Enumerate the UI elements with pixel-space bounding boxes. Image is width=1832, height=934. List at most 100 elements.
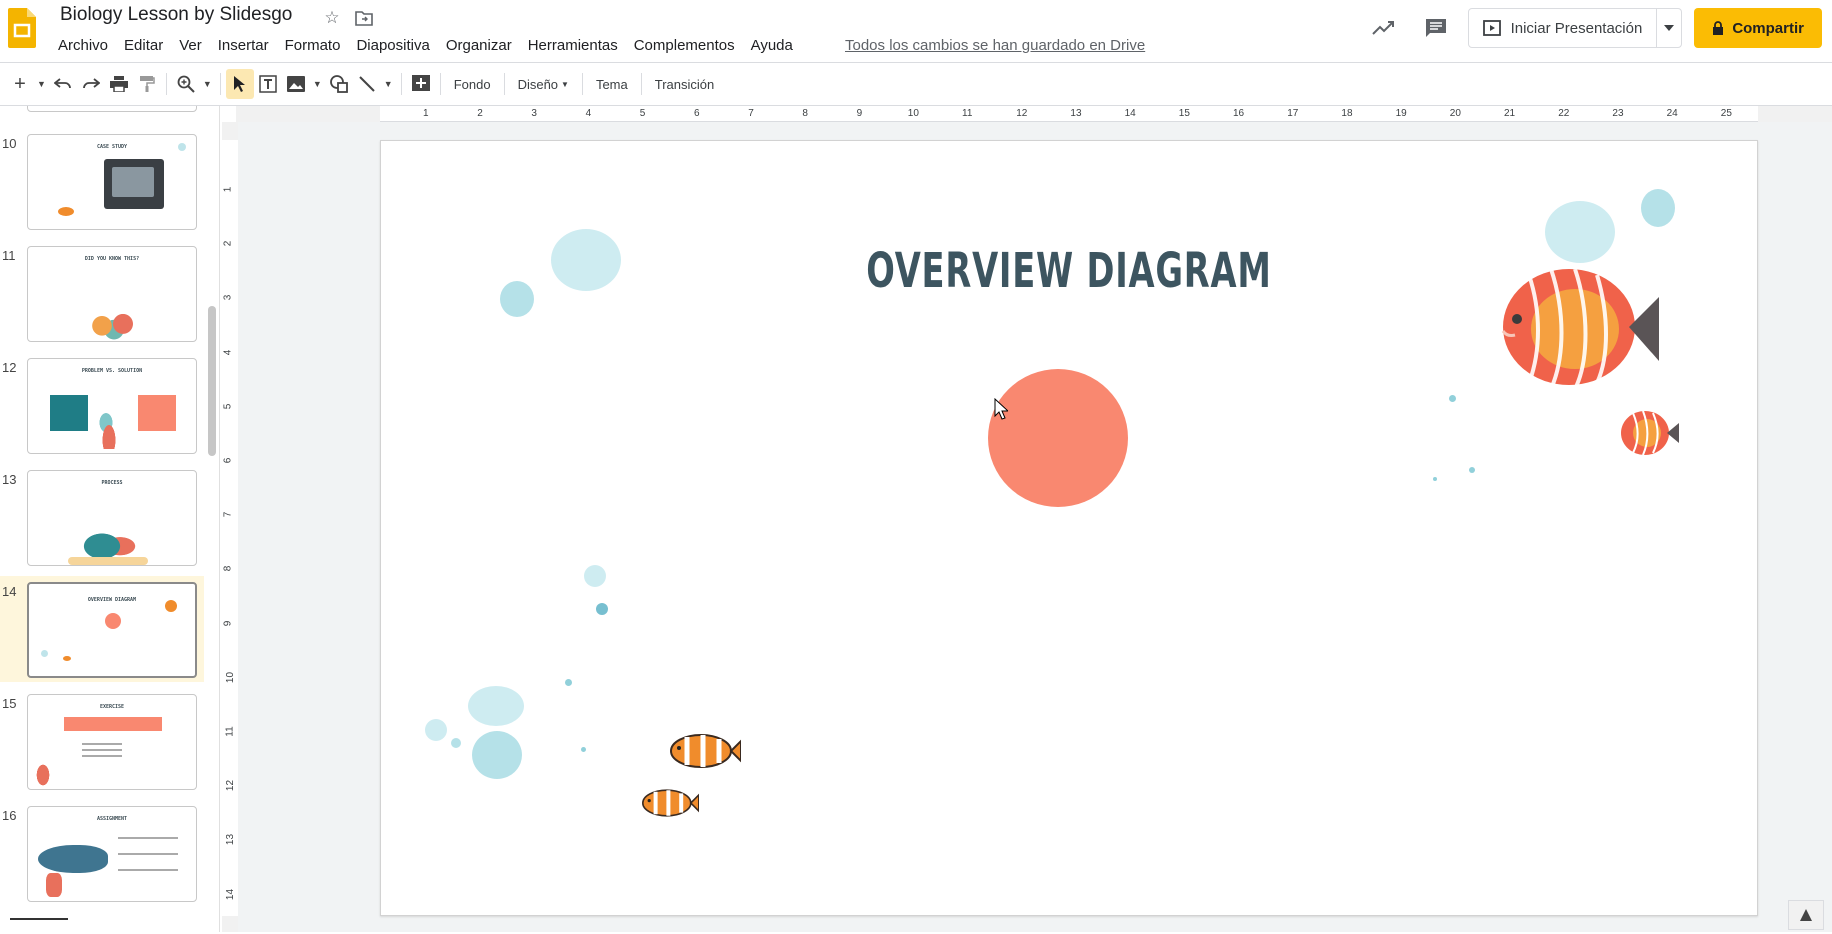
text-box-icon[interactable] [254,69,282,99]
document-title[interactable]: Biology Lesson by Slidesgo [60,4,292,26]
new-slide-dropdown[interactable]: ▼ [34,69,49,99]
bubble-decoration [1469,467,1475,473]
ruler-tick-label: 9 [856,108,863,119]
background-button[interactable]: Fondo [446,69,499,99]
menu-complementos[interactable]: Complementos [626,34,743,57]
scrollbar-thumb[interactable] [208,306,216,456]
menu-ayuda[interactable]: Ayuda [743,34,801,57]
diagram-circle[interactable] [988,369,1128,507]
select-cursor-icon[interactable] [225,69,254,99]
toolbar-separator [640,73,642,95]
toolbar-separator [219,73,221,95]
explore-button[interactable] [1788,900,1824,930]
new-slide-button[interactable]: + [6,69,34,99]
slide-preview: CASE STUDY [27,134,197,230]
ruler-tick-label: 25 [1720,108,1732,119]
bubble-decoration [1545,201,1615,263]
thumb-title: PROCESS [101,480,123,486]
share-button[interactable]: Compartir [1694,8,1822,48]
menu-archivo[interactable]: Archivo [50,34,116,57]
ruler-tick-label: 11 [962,108,973,119]
print-icon[interactable] [105,69,133,99]
ruler-tick-label: 10 [907,108,919,119]
slide-canvas-area[interactable]: OVERVIEW DIAGRAM [238,122,1832,932]
thumb-title: DID YOU KNOW THIS? [84,256,140,262]
ruler-tick-label: 22 [1558,108,1570,119]
menu-formato[interactable]: Formato [277,34,349,57]
ruler-tick-label: 17 [1287,108,1299,119]
lock-icon [1713,20,1724,35]
slide-filmstrip: 10 CASE STUDY 11 DID YOU KNOW THIS? 12 P… [0,106,220,932]
slide-thumbnail-12[interactable]: 12 PROBLEM VS. SOLUTION [0,352,204,458]
toolbar-separator [503,73,505,95]
line-dropdown[interactable]: ▼ [381,69,396,99]
slide-number: 14 [2,584,17,599]
slide-preview: PROBLEM VS. SOLUTION [27,358,197,454]
activity-trend-icon[interactable] [1364,8,1404,48]
comments-icon[interactable] [1416,8,1456,48]
slide-thumbnail-partial[interactable] [0,106,204,116]
slide-thumbnail-15[interactable]: 15 EXERCISE [0,688,204,794]
zoom-icon[interactable] [172,69,200,99]
slide-canvas[interactable]: OVERVIEW DIAGRAM [380,140,1758,916]
present-dropdown-button[interactable] [1657,9,1681,47]
present-button[interactable]: Iniciar Presentación [1469,9,1658,47]
save-status-link[interactable]: Todos los cambios se han guardado en Dri… [845,37,1145,54]
menu-herramientas[interactable]: Herramientas [520,34,626,57]
transition-button[interactable]: Transición [647,69,722,99]
ruler-tick-label: 2 [222,240,234,247]
slide-preview: PROCESS [27,470,197,566]
layout-button[interactable]: Diseño ▼ [510,69,577,99]
vertical-ruler[interactable]: 1 2 3 4 5 6 7 8 9 10 11 12 13 14 [222,122,238,932]
image-icon[interactable] [282,69,310,99]
zoom-dropdown[interactable]: ▼ [200,69,215,99]
insert-comment-icon[interactable] [407,69,435,99]
filmstrip-scrollbar[interactable] [206,106,218,932]
clownfish-illustration [642,789,699,817]
menu-diapositiva[interactable]: Diapositiva [348,34,437,57]
toolbar-separator [400,73,402,95]
bubble-decoration [584,565,606,587]
ruler-active-area: 1 2 3 4 5 6 7 8 9 10 11 12 13 14 [222,140,238,916]
slide-preview [27,106,197,112]
ruler-tick-label: 20 [1449,108,1461,119]
menu-organizar[interactable]: Organizar [438,34,520,57]
menu-editar[interactable]: Editar [116,34,171,57]
ruler-tick-label: 15 [1178,108,1190,119]
star-icon[interactable]: ☆ [320,6,344,30]
slide-thumbnail-11[interactable]: 11 DID YOU KNOW THIS? [0,240,204,346]
paint-format-icon[interactable] [133,69,161,99]
slide-preview: ASSIGNMENT [27,806,197,902]
menu-ver[interactable]: Ver [171,34,210,57]
theme-button[interactable]: Tema [588,69,636,99]
move-folder-icon[interactable] [352,6,376,30]
shape-icon[interactable] [325,69,353,99]
ruler-tick-label: 4 [585,108,592,119]
slide-thumbnail-14[interactable]: 14 OVERVIEW DIAGRAM [0,576,204,682]
slide-thumbnail-13[interactable]: 13 PROCESS [0,464,204,570]
ruler-tick-label: 18 [1341,108,1353,119]
ruler-tick-label: 14 [1124,108,1136,119]
undo-icon[interactable] [49,69,77,99]
share-label: Compartir [1732,19,1804,37]
image-dropdown[interactable]: ▼ [310,69,325,99]
ruler-tick-label: 11 [224,726,236,737]
ruler-tick-label: 2 [477,108,483,119]
line-icon[interactable] [353,69,381,99]
ruler-tick-label: 6 [222,457,234,464]
mouse-cursor-icon [994,398,1008,420]
horizontal-ruler[interactable]: 1 2 3 4 5 6 7 8 9 10 11 12 13 14 15 16 17 18 19 20 21 22 23 24 2… [236,106,1832,122]
redo-icon[interactable] [77,69,105,99]
slide-thumbnail-10[interactable]: 10 CASE STUDY [0,128,204,234]
slides-logo-icon[interactable] [8,8,36,48]
slide-thumbnail-16[interactable]: 16 ASSIGNMENT [0,800,204,906]
menu-insertar[interactable]: Insertar [210,34,277,57]
ruler-tick-label: 23 [1612,108,1624,119]
toolbar-separator [581,73,583,95]
present-icon [1482,20,1501,36]
slide-title[interactable]: OVERVIEW DIAGRAM [532,243,1605,299]
toolbar-separator [165,73,167,95]
ruler-tick-label: 5 [639,108,646,119]
ruler-tick-label: 7 [748,108,754,119]
ruler-tick-label: 24 [1666,108,1678,119]
